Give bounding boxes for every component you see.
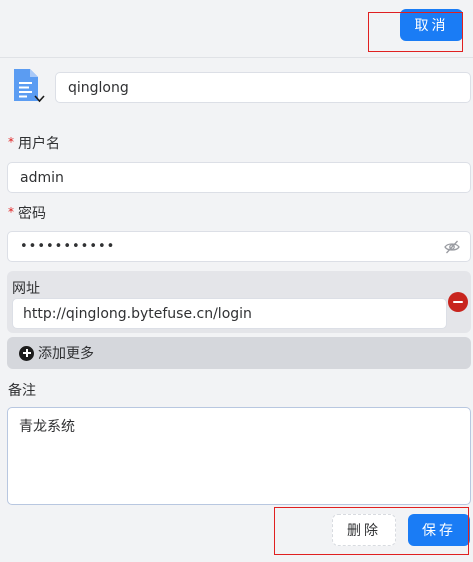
save-button[interactable]: 保存 (408, 514, 470, 546)
required-mark: * (8, 205, 14, 219)
notes-label: 备注 (8, 383, 36, 399)
password-entry-editor: 取消 qinglong * 用户名 admin * 密码 ••••••••••• 网… (0, 0, 473, 562)
minus-circle-icon[interactable] (448, 292, 468, 312)
delete-button[interactable]: 删除 (332, 514, 396, 546)
password-masked-value: ••••••••••• (20, 239, 116, 254)
add-more-button[interactable]: 添加更多 (7, 337, 471, 369)
top-toolbar: 取消 (0, 0, 473, 58)
username-input[interactable]: admin (7, 162, 471, 193)
required-mark: * (8, 135, 14, 149)
notes-textarea[interactable]: 青龙系统 (7, 407, 471, 505)
username-label: * 用户名 (8, 133, 60, 153)
url-label: 网址 (12, 281, 40, 297)
username-label-text: 用户名 (18, 136, 60, 152)
password-label: * 密码 (8, 203, 46, 223)
cancel-button[interactable]: 取消 (400, 9, 463, 41)
add-more-label: 添加更多 (38, 346, 94, 362)
document-icon[interactable] (11, 68, 47, 106)
url-card: 网址 http://qinglong.bytefuse.cn/login (7, 271, 471, 333)
eye-slash-icon[interactable] (444, 239, 460, 255)
password-input[interactable]: ••••••••••• (7, 231, 471, 262)
entry-title-input[interactable]: qinglong (55, 72, 471, 103)
plus-circle-icon (19, 345, 34, 361)
url-input[interactable]: http://qinglong.bytefuse.cn/login (12, 298, 447, 329)
password-label-text: 密码 (18, 206, 46, 222)
